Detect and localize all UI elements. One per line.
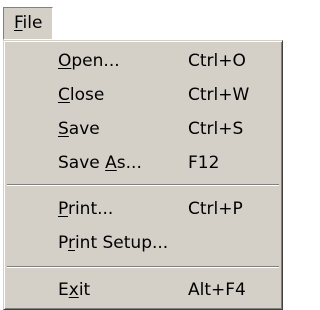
menu-item-save-as[interactable]: Save As... F12: [4, 146, 282, 180]
menu-item-exit-shortcut: Alt+F4: [188, 280, 246, 300]
menu-item-save-shortcut: Ctrl+S: [188, 119, 244, 139]
menu-item-close-shortcut: Ctrl+W: [188, 85, 250, 105]
menu-item-open[interactable]: Open... Ctrl+O: [4, 44, 282, 78]
menu-item-open-shortcut: Ctrl+O: [188, 51, 246, 71]
menu-item-print[interactable]: Print... Ctrl+P: [4, 192, 282, 226]
menu-item-open-label: Open...: [58, 51, 120, 71]
stage: File Open... Ctrl+O Close Ctrl+W Save Ct…: [0, 0, 289, 310]
menu-item-print-setup[interactable]: Print Setup...: [4, 226, 282, 260]
menu-item-print-shortcut: Ctrl+P: [188, 199, 243, 219]
mnemonic-f: F: [14, 13, 23, 33]
menu-separator: [7, 266, 279, 268]
menu-item-save-as-shortcut: F12: [188, 153, 220, 173]
menu-item-print-setup-label: Print Setup...: [58, 233, 169, 253]
menu-item-close[interactable]: Close Ctrl+W: [4, 78, 282, 112]
file-menu-dropdown: Open... Ctrl+O Close Ctrl+W Save Ctrl+S …: [3, 40, 283, 310]
menu-item-print-label: Print...: [58, 199, 114, 219]
menu-item-close-label: Close: [58, 85, 105, 105]
menu-item-exit[interactable]: Exit Alt+F4: [4, 273, 282, 307]
menu-file-label: File: [14, 13, 43, 33]
menu-separator: [7, 184, 279, 186]
menu-item-save-as-label: Save As...: [58, 153, 142, 173]
menu-item-exit-label: Exit: [58, 280, 91, 300]
menu-file[interactable]: File: [3, 7, 53, 40]
menu-item-save[interactable]: Save Ctrl+S: [4, 112, 282, 146]
menu-item-save-label: Save: [58, 119, 100, 139]
